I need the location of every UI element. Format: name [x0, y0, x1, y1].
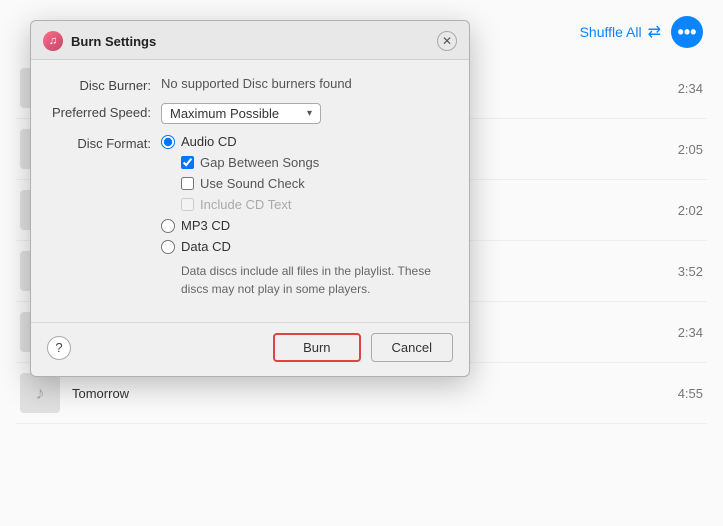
- gap-between-songs-checkbox[interactable]: [181, 156, 194, 169]
- burn-button[interactable]: Burn: [273, 333, 360, 362]
- help-button[interactable]: ?: [47, 336, 71, 360]
- shuffle-icon: ⇄: [648, 22, 661, 42]
- disc-burner-label: Disc Burner:: [51, 76, 161, 93]
- song-duration: 2:34: [678, 325, 703, 340]
- disc-format-options: Audio CD Gap Between Songs Use Sound Che…: [161, 134, 449, 298]
- mp3-cd-option[interactable]: MP3 CD: [161, 218, 449, 233]
- data-cd-description: Data discs include all files in the play…: [181, 262, 449, 298]
- song-duration: 2:05: [678, 142, 703, 157]
- dialog-title: Burn Settings: [71, 34, 156, 49]
- song-duration: 2:34: [678, 81, 703, 96]
- dialog-title-bar: ♫ Burn Settings ✕: [31, 21, 469, 60]
- dialog-footer: ? Burn Cancel: [31, 322, 469, 376]
- close-icon: ✕: [442, 34, 452, 48]
- audio-cd-label: Audio CD: [181, 134, 237, 149]
- mp3-cd-radio[interactable]: [161, 219, 175, 233]
- disc-format-label: Disc Format:: [51, 134, 161, 151]
- song-duration: 2:02: [678, 203, 703, 218]
- song-duration: 4:55: [678, 386, 703, 401]
- data-cd-option[interactable]: Data CD: [161, 239, 449, 254]
- include-cd-text-checkbox[interactable]: [181, 198, 194, 211]
- music-icon-glyph: ♫: [49, 35, 57, 47]
- disc-format-row: Disc Format: Audio CD Gap Between Songs …: [51, 134, 449, 298]
- shuffle-all-label: Shuffle All: [580, 24, 642, 40]
- disc-burner-row: Disc Burner: No supported Disc burners f…: [51, 76, 449, 93]
- cancel-button[interactable]: Cancel: [371, 333, 453, 362]
- audio-cd-option[interactable]: Audio CD: [161, 134, 449, 149]
- music-app-icon: ♫: [43, 31, 63, 51]
- include-cd-text-option[interactable]: Include CD Text: [181, 197, 449, 212]
- song-duration: 3:52: [678, 264, 703, 279]
- gap-between-songs-label: Gap Between Songs: [200, 155, 319, 170]
- gap-between-songs-option[interactable]: Gap Between Songs: [181, 155, 449, 170]
- more-options-button[interactable]: •••: [671, 16, 703, 48]
- mp3-cd-label: MP3 CD: [181, 218, 230, 233]
- song-name: Tomorrow: [72, 386, 129, 401]
- dialog-body: Disc Burner: No supported Disc burners f…: [31, 60, 469, 322]
- more-icon: •••: [678, 22, 697, 43]
- disc-burner-value: No supported Disc burners found: [161, 76, 352, 91]
- song-thumbnail: ♪: [20, 373, 60, 413]
- audio-cd-radio[interactable]: [161, 135, 175, 149]
- shuffle-all-button[interactable]: Shuffle All ⇄: [580, 22, 661, 42]
- include-cd-text-label: Include CD Text: [200, 197, 292, 212]
- preferred-speed-value: Maximum Possible: [170, 106, 299, 121]
- preferred-speed-label: Preferred Speed:: [51, 103, 161, 120]
- use-sound-check-option[interactable]: Use Sound Check: [181, 176, 449, 191]
- data-cd-radio[interactable]: [161, 240, 175, 254]
- chevron-down-icon: ▾: [307, 108, 312, 119]
- use-sound-check-label: Use Sound Check: [200, 176, 305, 191]
- data-cd-label: Data CD: [181, 239, 231, 254]
- footer-buttons: Burn Cancel: [273, 333, 453, 362]
- burn-settings-dialog: ♫ Burn Settings ✕ Disc Burner: No suppor…: [30, 20, 470, 377]
- preferred-speed-row: Preferred Speed: Maximum Possible ▾: [51, 103, 449, 124]
- use-sound-check-checkbox[interactable]: [181, 177, 194, 190]
- close-button[interactable]: ✕: [437, 31, 457, 51]
- preferred-speed-dropdown[interactable]: Maximum Possible ▾: [161, 103, 321, 124]
